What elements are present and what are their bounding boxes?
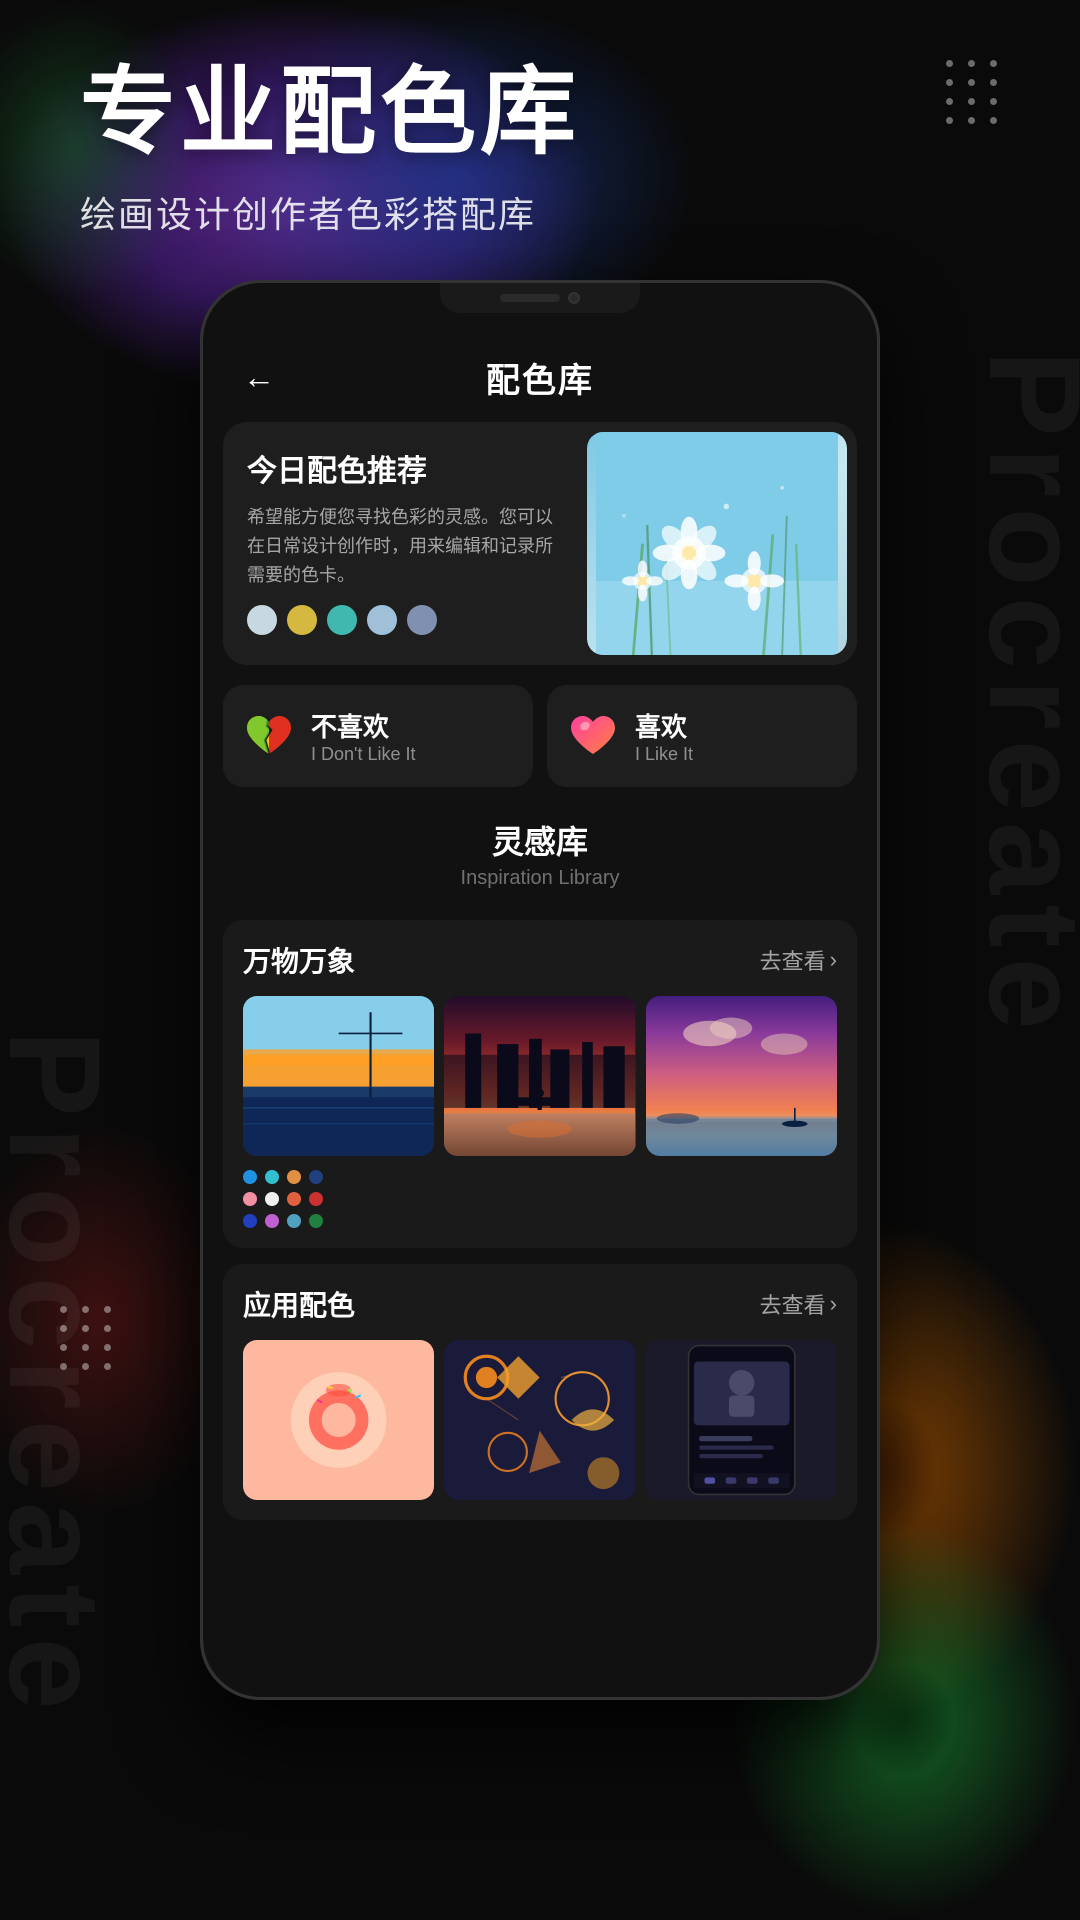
dot-white xyxy=(265,1192,279,1206)
phone-frame: ← 配色库 今日配色推荐 希望能方便您寻找色彩的灵感。您可以在日常设计创作时，用… xyxy=(200,280,880,1700)
heart-svg xyxy=(567,710,619,762)
like-label-en: I Like It xyxy=(635,744,693,765)
phone-silent-button xyxy=(200,463,203,513)
inspiration-title-cn: 灵感库 xyxy=(223,817,857,863)
dot-purple xyxy=(265,1214,279,1228)
app-pattern-svg xyxy=(444,1340,635,1500)
inspiration-header: 灵感库 Inspiration Library xyxy=(223,807,857,900)
gallery-item-1[interactable] xyxy=(243,996,434,1156)
main-title: 专业配色库 xyxy=(80,60,880,166)
gallery-more-button[interactable]: 去查看 › xyxy=(760,944,837,976)
gallery-header: 万物万象 去查看 › xyxy=(243,940,837,980)
scroll-content[interactable]: 今日配色推荐 希望能方便您寻找色彩的灵感。您可以在日常设计创作时，用来编辑和记录… xyxy=(203,422,877,1697)
flower-svg xyxy=(587,432,847,655)
app-colors-more-label: 去查看 xyxy=(760,1288,826,1320)
notch-speaker xyxy=(500,294,560,302)
notch-camera xyxy=(568,292,580,304)
app-dark-svg xyxy=(646,1340,837,1500)
dislike-button[interactable]: 不喜欢 I Don't Like It xyxy=(223,685,533,787)
dot-blue xyxy=(243,1170,257,1184)
color-dot-2 xyxy=(287,605,317,635)
gallery-dots-2 xyxy=(243,1192,837,1206)
like-button[interactable]: 喜欢 I Like It xyxy=(547,685,857,787)
rec-desc: 希望能方便您寻找色彩的灵感。您可以在日常设计创作时，用来编辑和记录所需要的色卡。 xyxy=(247,503,563,589)
rec-image xyxy=(587,432,847,655)
back-button[interactable]: ← xyxy=(243,359,275,396)
dot-green xyxy=(309,1214,323,1228)
rec-image-container xyxy=(587,432,847,655)
app-thumbs-grid xyxy=(243,1340,837,1500)
rec-colors xyxy=(247,605,563,635)
landscape-purple-svg xyxy=(646,996,837,1156)
like-text: 喜欢 I Like It xyxy=(635,707,693,765)
dislike-label-cn: 不喜欢 xyxy=(311,707,415,744)
watermark-right: Procreate xyxy=(970,350,1080,1040)
like-icon xyxy=(567,710,619,762)
broken-heart-svg xyxy=(243,710,295,762)
gallery-item-2[interactable] xyxy=(444,996,635,1156)
inspiration-title-en: Inspiration Library xyxy=(223,867,857,890)
dot-teal xyxy=(287,1214,301,1228)
recommendation-card: 今日配色推荐 希望能方便您寻找色彩的灵感。您可以在日常设计创作时，用来编辑和记录… xyxy=(223,422,857,665)
phone-screen: ← 配色库 今日配色推荐 希望能方便您寻找色彩的灵感。您可以在日常设计创作时，用… xyxy=(203,283,877,1697)
gallery-item-3[interactable] xyxy=(646,996,837,1156)
gallery-more-label: 去查看 xyxy=(760,944,826,976)
gallery-grid xyxy=(243,996,837,1156)
action-buttons: 不喜欢 I Don't Like It xyxy=(223,685,857,787)
gallery-title: 万物万象 xyxy=(243,940,355,980)
dot-pink xyxy=(243,1192,257,1206)
dot-dark-blue xyxy=(309,1170,323,1184)
color-dot-1 xyxy=(247,605,277,635)
rec-title: 今日配色推荐 xyxy=(247,452,563,491)
landscape-blue-svg xyxy=(243,996,434,1156)
color-dot-5 xyxy=(407,605,437,635)
color-dot-4 xyxy=(367,605,397,635)
gallery-dots-3 xyxy=(243,1214,837,1228)
app-title: 配色库 xyxy=(486,353,594,402)
dislike-text: 不喜欢 I Don't Like It xyxy=(311,707,415,765)
dot-pattern-top-right xyxy=(946,60,1000,124)
phone-vol-down-button xyxy=(200,633,203,713)
chevron-right-icon: › xyxy=(830,947,837,973)
app-colors-header: 应用配色 去查看 › xyxy=(243,1284,837,1324)
app-header: ← 配色库 xyxy=(203,333,877,422)
dislike-icon xyxy=(243,710,295,762)
landscape-sunset-svg xyxy=(444,996,635,1156)
app-pink-svg xyxy=(243,1340,434,1500)
app-colors-more-button[interactable]: 去查看 › xyxy=(760,1288,837,1320)
app-colors-section: 应用配色 去查看 › xyxy=(223,1264,857,1520)
phone-notch xyxy=(440,283,640,313)
app-thumb-2[interactable] xyxy=(444,1340,635,1500)
header-section: 专业配色库 绘画设计创作者色彩搭配库 xyxy=(80,60,880,238)
dot-cyan xyxy=(265,1170,279,1184)
app-colors-chevron-icon: › xyxy=(830,1291,837,1317)
app-colors-title: 应用配色 xyxy=(243,1284,355,1324)
color-dot-3 xyxy=(327,605,357,635)
phone-power-button xyxy=(877,503,880,583)
gallery-dots-1 xyxy=(243,1170,837,1184)
dislike-label-en: I Don't Like It xyxy=(311,744,415,765)
dot-dark-red xyxy=(309,1192,323,1206)
phone-wrapper: ← 配色库 今日配色推荐 希望能方便您寻找色彩的灵感。您可以在日常设计创作时，用… xyxy=(100,280,980,1700)
gallery-section-nature: 万物万象 去查看 › xyxy=(223,920,857,1248)
like-label-cn: 喜欢 xyxy=(635,707,693,744)
rec-left: 今日配色推荐 希望能方便您寻找色彩的灵感。您可以在日常设计创作时，用来编辑和记录… xyxy=(223,422,587,665)
app-thumb-1[interactable] xyxy=(243,1340,434,1500)
app-thumb-3[interactable] xyxy=(646,1340,837,1500)
dot-indigo xyxy=(243,1214,257,1228)
sub-title: 绘画设计创作者色彩搭配库 xyxy=(80,186,880,238)
dot-orange xyxy=(287,1170,301,1184)
dot-red-orange xyxy=(287,1192,301,1206)
phone-vol-up-button xyxy=(200,533,203,613)
